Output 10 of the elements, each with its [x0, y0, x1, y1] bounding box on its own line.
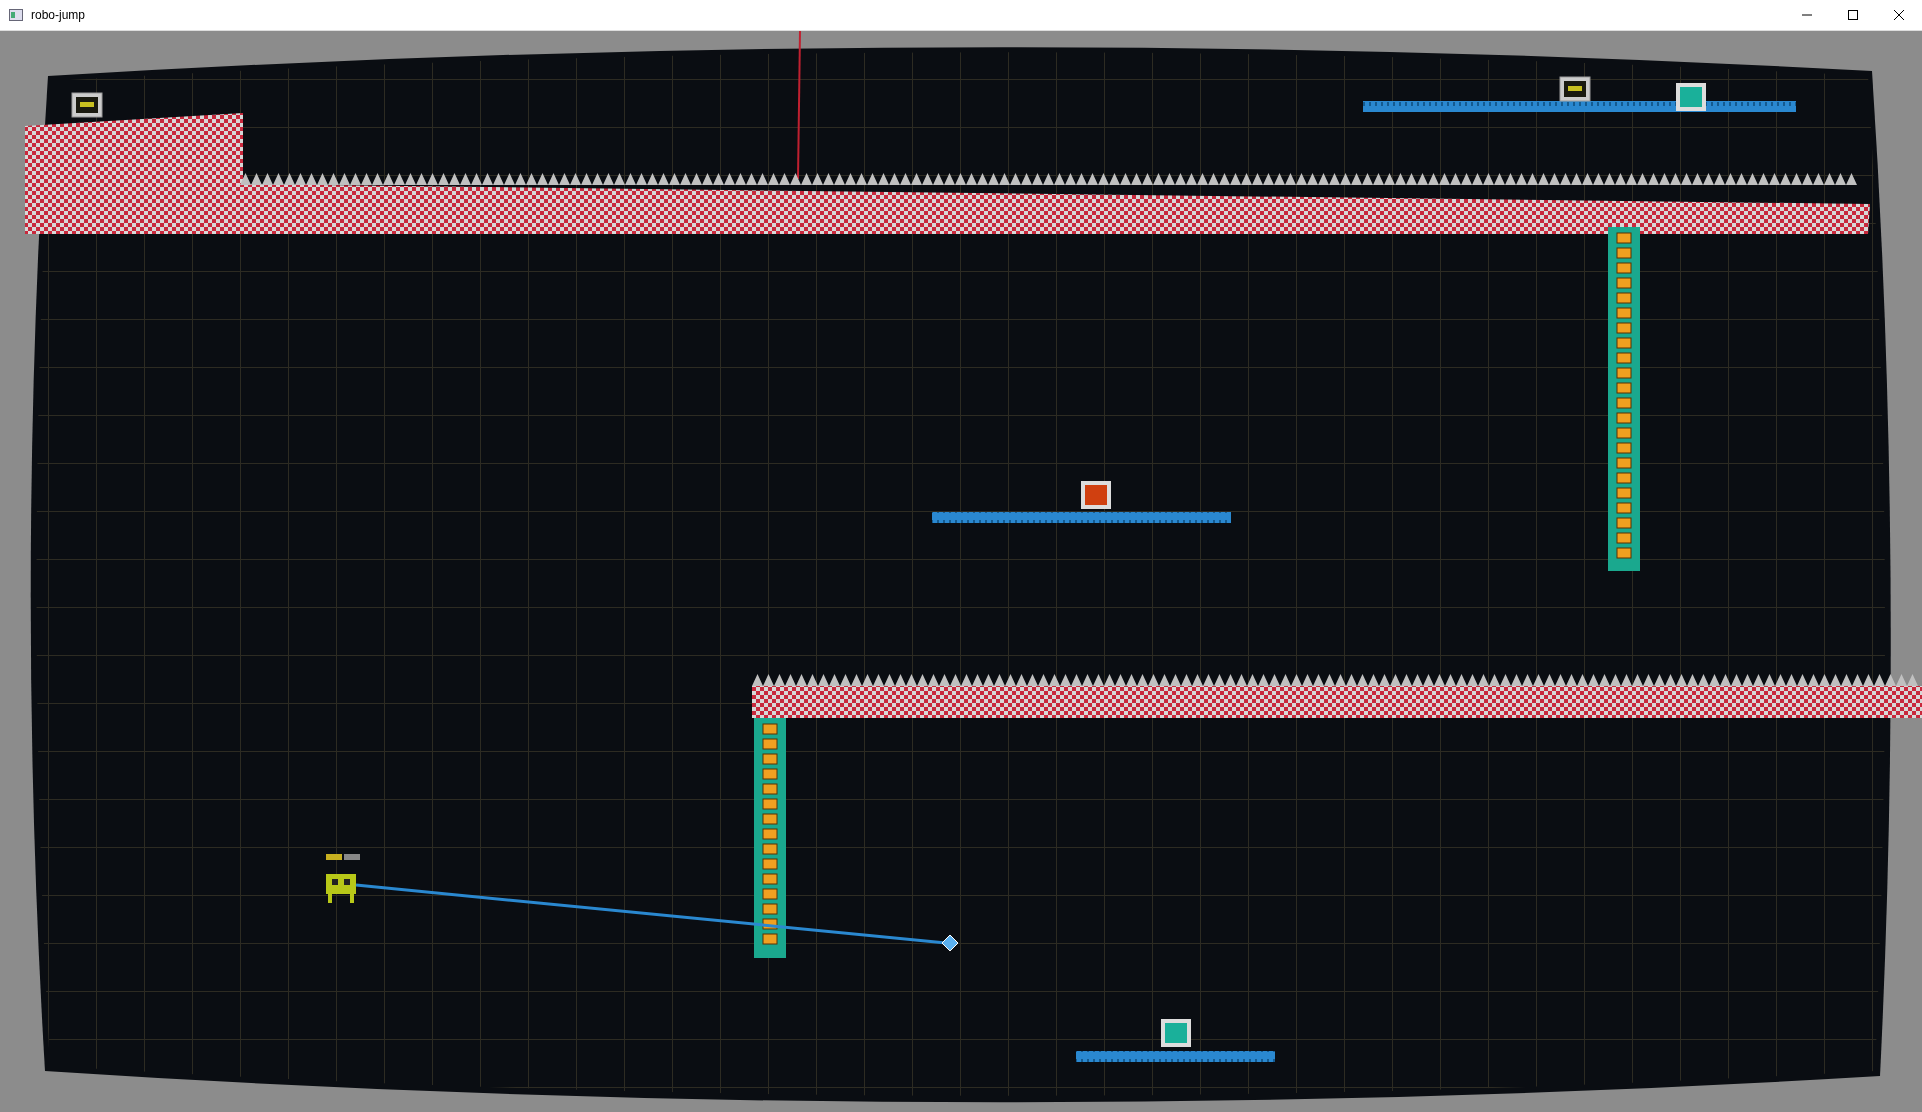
close-icon: [1894, 10, 1904, 20]
crate: [1161, 1019, 1191, 1047]
window-title: robo-jump: [31, 8, 87, 22]
app-icon: [9, 9, 23, 21]
monitor-drawing: [71, 92, 103, 118]
crate: [1676, 83, 1706, 111]
crate: [1081, 481, 1111, 509]
monitor-drawing: [1559, 76, 1591, 102]
maximize-icon: [1848, 10, 1858, 20]
robot-drawing: [326, 854, 360, 903]
